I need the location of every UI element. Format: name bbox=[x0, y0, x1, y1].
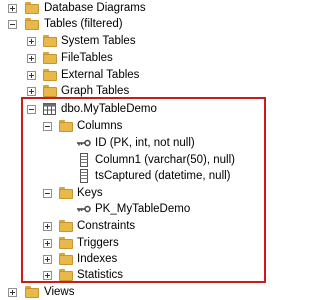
node-label: Tables (filtered) bbox=[44, 18, 123, 30]
folder-icon bbox=[42, 34, 58, 48]
collapse-icon[interactable] bbox=[8, 20, 17, 29]
folder-icon bbox=[58, 219, 74, 233]
node-label: Database Diagrams bbox=[44, 2, 146, 14]
folder-icon bbox=[58, 186, 74, 200]
folder-icon bbox=[58, 252, 74, 266]
node-label: FileTables bbox=[61, 52, 113, 64]
folder-icon bbox=[42, 68, 58, 82]
folder-icon bbox=[42, 84, 58, 98]
folder-icon bbox=[58, 268, 74, 282]
expand-icon[interactable] bbox=[43, 255, 52, 264]
node-label: Columns bbox=[77, 120, 123, 132]
node-label: Constraints bbox=[77, 220, 136, 232]
column-icon bbox=[76, 169, 92, 183]
collapse-icon[interactable] bbox=[27, 105, 36, 114]
table-icon bbox=[42, 102, 58, 116]
expand-icon[interactable] bbox=[8, 288, 17, 297]
expand-icon[interactable] bbox=[27, 37, 36, 46]
folder-icon bbox=[58, 236, 74, 250]
node-label: Views bbox=[44, 286, 75, 298]
folder-icon bbox=[58, 119, 74, 133]
node-label: External Tables bbox=[61, 69, 140, 81]
expand-icon[interactable] bbox=[27, 87, 36, 96]
expand-icon[interactable] bbox=[43, 271, 52, 280]
expand-icon[interactable] bbox=[8, 4, 17, 13]
expand-icon[interactable] bbox=[27, 54, 36, 63]
collapse-icon[interactable] bbox=[43, 122, 52, 131]
node-label: Statistics bbox=[77, 269, 124, 281]
folder-icon bbox=[42, 51, 58, 65]
key-icon bbox=[76, 136, 92, 150]
node-label: dbo.MyTableDemo bbox=[61, 103, 157, 115]
node-label: System Tables bbox=[61, 35, 136, 47]
collapse-icon[interactable] bbox=[43, 189, 52, 198]
node-label: Graph Tables bbox=[61, 85, 130, 97]
node-label: Keys bbox=[77, 187, 103, 199]
node-label: ID (PK, int, not null) bbox=[95, 137, 195, 149]
folder-icon bbox=[24, 17, 40, 31]
node-label: Indexes bbox=[77, 253, 118, 265]
folder-icon bbox=[24, 1, 40, 15]
node-label: Triggers bbox=[77, 237, 119, 249]
node-label: tsCaptured (datetime, null) bbox=[95, 170, 231, 182]
expand-icon[interactable] bbox=[43, 222, 52, 231]
expand-icon[interactable] bbox=[27, 71, 36, 80]
column-icon bbox=[76, 153, 92, 167]
folder-icon bbox=[24, 285, 40, 299]
key-icon bbox=[76, 202, 92, 216]
node-label: Column1 (varchar(50), null) bbox=[95, 154, 235, 166]
expand-icon[interactable] bbox=[43, 239, 52, 248]
node-label: PK_MyTableDemo bbox=[95, 203, 191, 215]
